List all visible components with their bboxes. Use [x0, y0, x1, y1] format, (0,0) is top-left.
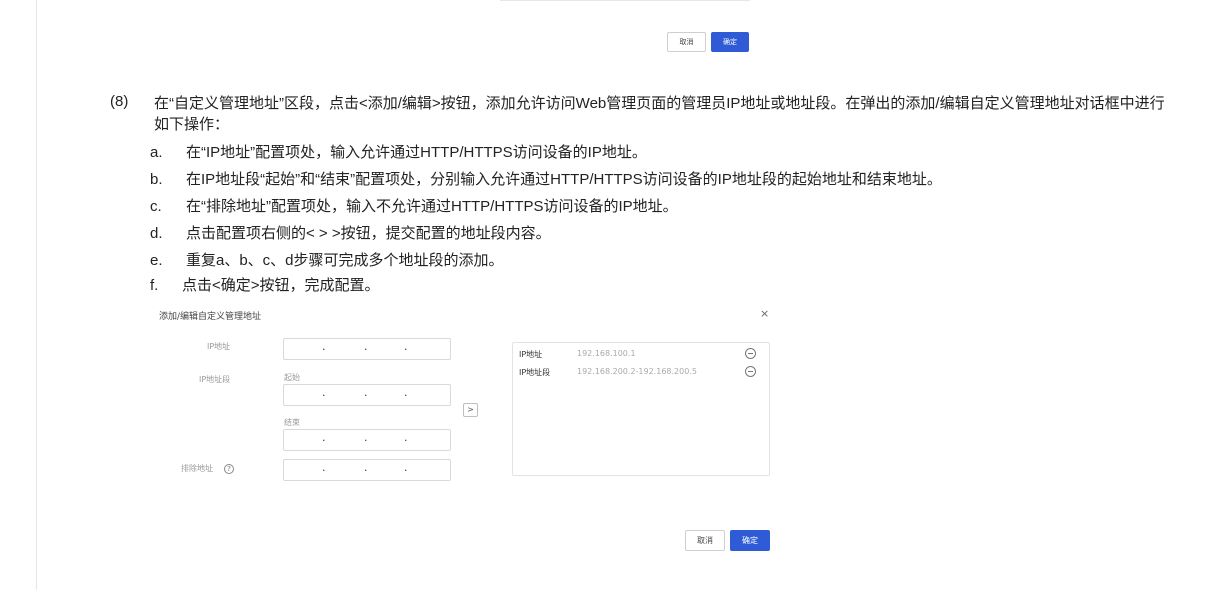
ip-separator: ·: [404, 343, 408, 356]
ip-separator: ·: [364, 389, 368, 402]
list-item-key: IP地址段: [519, 368, 551, 377]
ip-range-label: IP地址段: [199, 375, 231, 384]
exclude-address-label: 排除地址: [181, 464, 213, 473]
substep-e: e. 重复a、b、c、d步骤可完成多个地址段的添加。: [150, 251, 504, 271]
address-list: IP地址 192.168.100.1 IP地址段 192.168.200.2-1…: [512, 342, 770, 476]
confirm-button[interactable]: 确定: [711, 32, 749, 52]
cancel-button[interactable]: 取消: [667, 32, 706, 52]
list-item: IP地址 192.168.100.1: [519, 347, 765, 361]
list-item: IP地址段 192.168.200.2-192.168.200.5: [519, 365, 765, 379]
list-item-value: 192.168.100.1: [577, 349, 636, 358]
substep-a: a. 在“IP地址”配置项处，输入允许通过HTTP/HTTPS访问设备的IP地址。: [150, 143, 647, 163]
step-number: (8): [110, 93, 129, 110]
substep-text: 点击<确定>按钮，完成配置。: [182, 277, 380, 294]
substep-text: 在IP地址段“起始”和“结束”配置项处，分别输入允许通过HTTP/HTTPS访问…: [186, 171, 942, 188]
dialog-cancel-button[interactable]: 取消: [685, 530, 725, 551]
substep-b: b. 在IP地址段“起始”和“结束”配置项处，分别输入允许通过HTTP/HTTPS…: [150, 170, 942, 190]
substep-c: c. 在“排除地址”配置项处，输入不允许通过HTTP/HTTPS访问设备的IP地址…: [150, 197, 678, 217]
exclude-address-input[interactable]: · · ·: [283, 459, 451, 481]
dialog-confirm-button[interactable]: 确定: [730, 530, 770, 551]
ip-separator: ·: [322, 343, 326, 356]
substep-text: 在“排除地址”配置项处，输入不允许通过HTTP/HTTPS访问设备的IP地址。: [186, 198, 678, 215]
ip-separator: ·: [404, 389, 408, 402]
substep-d: d. 点击配置项右侧的< > >按钮，提交配置的地址段内容。: [150, 224, 551, 244]
substep-text: 重复a、b、c、d步骤可完成多个地址段的添加。: [186, 252, 504, 269]
ip-separator: ·: [364, 343, 368, 356]
dialog-title: 添加/编辑自定义管理地址: [159, 312, 262, 322]
help-icon[interactable]: ?: [224, 464, 234, 474]
range-end-input[interactable]: · · ·: [283, 429, 451, 451]
close-icon[interactable]: ×: [760, 307, 769, 320]
start-label: 起始: [284, 373, 300, 382]
ip-separator: ·: [364, 464, 368, 477]
remove-icon[interactable]: [745, 366, 756, 377]
step-text: 在“自定义管理地址”区段，点击<添加/编辑>按钮，添加允许访问Web管理页面的管…: [154, 95, 1165, 133]
ip-separator: ·: [404, 464, 408, 477]
substep-f: f. 点击<确定>按钮，完成配置。: [150, 276, 380, 296]
ip-separator: ·: [364, 434, 368, 447]
substep-text: 在“IP地址”配置项处，输入允许通过HTTP/HTTPS访问设备的IP地址。: [186, 144, 647, 161]
substep-letter: e.: [150, 252, 163, 269]
substep-letter: b.: [150, 171, 163, 188]
add-to-list-button[interactable]: >: [463, 403, 478, 417]
substep-letter: a.: [150, 144, 163, 161]
range-start-input[interactable]: · · ·: [283, 384, 451, 406]
ip-address-input[interactable]: · · ·: [283, 338, 451, 360]
substep-letter: c.: [150, 198, 162, 215]
ip-separator: ·: [322, 434, 326, 447]
substep-letter: d.: [150, 225, 163, 242]
ip-separator: ·: [322, 389, 326, 402]
list-item-key: IP地址: [519, 350, 543, 359]
substep-text: 点击配置项右侧的< > >按钮，提交配置的地址段内容。: [186, 225, 551, 242]
end-label: 结束: [284, 418, 300, 427]
ip-separator: ·: [404, 434, 408, 447]
ip-separator: ·: [322, 464, 326, 477]
ip-address-label: IP地址: [207, 342, 231, 351]
substep-letter: f.: [150, 277, 159, 294]
remove-icon[interactable]: [745, 348, 756, 359]
top-divider: [500, 0, 750, 1]
list-item-value: 192.168.200.2-192.168.200.5: [577, 367, 697, 376]
left-divider: [36, 0, 37, 590]
